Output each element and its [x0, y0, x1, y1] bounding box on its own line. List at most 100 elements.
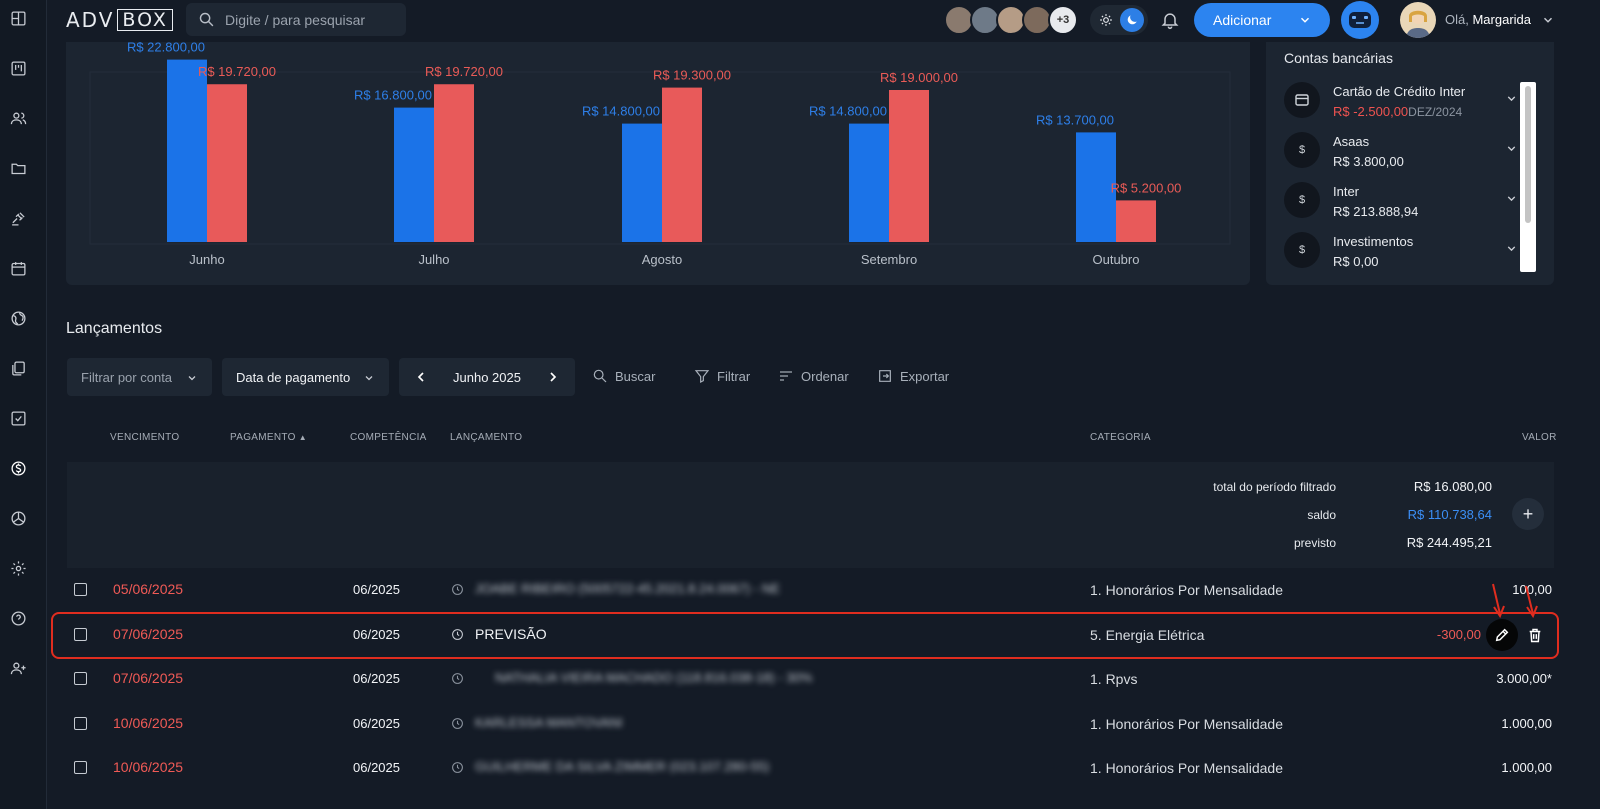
- bar-julho-series-2[interactable]: [434, 84, 474, 242]
- bar-junho-series-1[interactable]: [167, 59, 207, 242]
- tasks-icon[interactable]: [6, 406, 30, 430]
- search-button-label: Buscar: [615, 368, 656, 384]
- dollar-icon: $: [1284, 182, 1320, 218]
- row-vencimento: 10/06/2025: [113, 759, 184, 775]
- export-button[interactable]: Exportar: [877, 368, 949, 384]
- chevron-left-icon[interactable]: [413, 369, 429, 385]
- bar-setembro-series-2[interactable]: [889, 90, 929, 242]
- help-icon[interactable]: [6, 606, 30, 630]
- chevron-down-icon[interactable]: [1505, 192, 1518, 205]
- filter-icon: [694, 370, 710, 383]
- header-competencia[interactable]: COMPETÊNCIA: [350, 432, 427, 443]
- bar-outubro-series-2[interactable]: [1116, 200, 1156, 242]
- table-row[interactable]: 10/06/2025 06/2025 KARLESSA MANTOVANI 1.…: [67, 703, 1557, 747]
- bar-agosto-series-1[interactable]: [622, 123, 662, 242]
- add-button[interactable]: Adicionar: [1194, 3, 1330, 37]
- account-item[interactable]: Cartão de Crédito Inter R$ -2.500,00DEZ/…: [1282, 82, 1518, 128]
- row-competencia: 06/2025: [353, 671, 400, 686]
- export-icon: [879, 370, 891, 382]
- account-item[interactable]: $ Investimentos R$ 0,00: [1282, 232, 1518, 278]
- account-date: DEZ/2024: [1408, 105, 1463, 119]
- global-search[interactable]: [186, 3, 406, 36]
- user-avatar[interactable]: [1400, 2, 1436, 38]
- search-button[interactable]: Buscar: [592, 368, 655, 384]
- row-category: 1. Honorários Por Mensalidade: [1090, 760, 1283, 776]
- row-competencia: 06/2025: [353, 760, 400, 775]
- bar-agosto-series-2[interactable]: [662, 87, 702, 242]
- date-type-select[interactable]: Data de pagamento: [222, 358, 389, 396]
- chevron-right-icon[interactable]: [545, 369, 561, 385]
- row-checkbox[interactable]: [74, 717, 87, 730]
- chevron-down-icon[interactable]: [1505, 242, 1518, 255]
- bar-value-label: R$ 14.800,00: [582, 104, 660, 119]
- calendar-icon[interactable]: [6, 256, 30, 280]
- chevron-down-icon[interactable]: [1541, 13, 1555, 27]
- folder-icon[interactable]: [6, 156, 30, 180]
- delete-button[interactable]: [1524, 623, 1546, 647]
- row-checkbox[interactable]: [74, 583, 87, 596]
- saldo-value: R$ 110.738,64: [1407, 507, 1492, 522]
- row-description: NATHALIA VIEIRA MACHADO (118.816.038-18)…: [495, 670, 813, 685]
- greeting-prefix: Olá,: [1445, 12, 1469, 27]
- row-category: 1. Rpvs: [1090, 671, 1138, 687]
- table-row[interactable]: 05/06/2025 06/2025 JOABE RIBEIRO (500572…: [67, 569, 1557, 613]
- bar-junho-series-2[interactable]: [207, 84, 247, 242]
- more-avatars-badge[interactable]: +3: [1048, 5, 1078, 35]
- account-balance: R$ 3.800,00: [1333, 154, 1404, 169]
- chevron-down-icon[interactable]: [1505, 92, 1518, 105]
- logo-adv: ADV: [66, 8, 115, 32]
- table-row[interactable]: 10/06/2025 06/2025 GUILHERME DA SILVA ZI…: [67, 747, 1557, 791]
- sort-button[interactable]: Ordenar: [778, 368, 849, 384]
- add-user-icon[interactable]: [6, 656, 30, 680]
- scrollbar-thumb[interactable]: [1525, 86, 1531, 223]
- account-name: Inter: [1333, 184, 1360, 199]
- edit-button[interactable]: [1486, 619, 1518, 651]
- total-label: total do período filtrado: [1213, 480, 1336, 494]
- documents-icon[interactable]: [6, 356, 30, 380]
- header-categoria[interactable]: CATEGORIA: [1090, 432, 1151, 443]
- kanban-icon[interactable]: [6, 56, 30, 80]
- previsto-value: R$ 244.495,21: [1406, 535, 1492, 550]
- header-lancamento[interactable]: LANÇAMENTO: [450, 432, 522, 443]
- account-name: Asaas: [1333, 134, 1370, 149]
- pencil-icon: [1495, 628, 1509, 642]
- row-value: 1.000,00: [1501, 760, 1552, 775]
- filter-button[interactable]: Filtrar: [694, 368, 750, 384]
- theme-toggle[interactable]: [1090, 5, 1148, 35]
- gear-icon[interactable]: [6, 556, 30, 580]
- row-checkbox[interactable]: [74, 761, 87, 774]
- gavel-icon[interactable]: [6, 206, 30, 230]
- bar-julho-series-1[interactable]: [394, 107, 434, 242]
- filter-account-select[interactable]: Filtrar por conta: [67, 358, 212, 396]
- row-description: JOABE RIBEIRO (5005722-45.2021.8.24.0067…: [475, 581, 780, 596]
- header-vencimento[interactable]: VENCIMENTO: [110, 432, 180, 443]
- dashboard-icon[interactable]: [6, 6, 30, 30]
- header-valor[interactable]: VALOR: [1522, 432, 1557, 443]
- users-icon[interactable]: [6, 106, 30, 130]
- bar-setembro-series-1[interactable]: [849, 123, 889, 242]
- accounts-scrollbar[interactable]: [1520, 82, 1536, 272]
- search-input[interactable]: [225, 11, 395, 28]
- table-row[interactable]: 07/06/2025 06/2025 NATHALIA VIEIRA MACHA…: [67, 658, 1557, 702]
- current-month: Junho 2025: [453, 369, 521, 385]
- advbox-logo[interactable]: ADV BOX: [66, 8, 173, 32]
- dollar-icon: $: [1284, 132, 1320, 168]
- reports-icon[interactable]: [6, 506, 30, 530]
- finance-icon[interactable]: [6, 456, 30, 480]
- header-pagamento[interactable]: PAGAMENTO ▲: [230, 432, 307, 443]
- accounts-title: Contas bancárias: [1284, 50, 1393, 66]
- bell-icon[interactable]: [1160, 10, 1180, 30]
- account-item[interactable]: $ Asaas R$ 3.800,00: [1282, 132, 1518, 178]
- account-item[interactable]: $ Inter R$ 213.888,94: [1282, 182, 1518, 228]
- row-value: 3.000,00*: [1496, 671, 1552, 686]
- globe-icon[interactable]: [6, 306, 30, 330]
- previsto-label: previsto: [1293, 536, 1336, 550]
- row-checkbox[interactable]: [74, 672, 87, 685]
- row-competencia: 06/2025: [353, 716, 400, 731]
- assistant-bot-icon[interactable]: [1341, 1, 1379, 39]
- add-entry-button[interactable]: +: [1512, 498, 1544, 530]
- bar-value-label: R$ 19.300,00: [653, 68, 731, 83]
- chevron-down-icon[interactable]: [1505, 142, 1518, 155]
- bar-value-label: R$ 5.200,00: [1111, 180, 1182, 195]
- user-greeting[interactable]: Olá, Margarida: [1445, 12, 1531, 27]
